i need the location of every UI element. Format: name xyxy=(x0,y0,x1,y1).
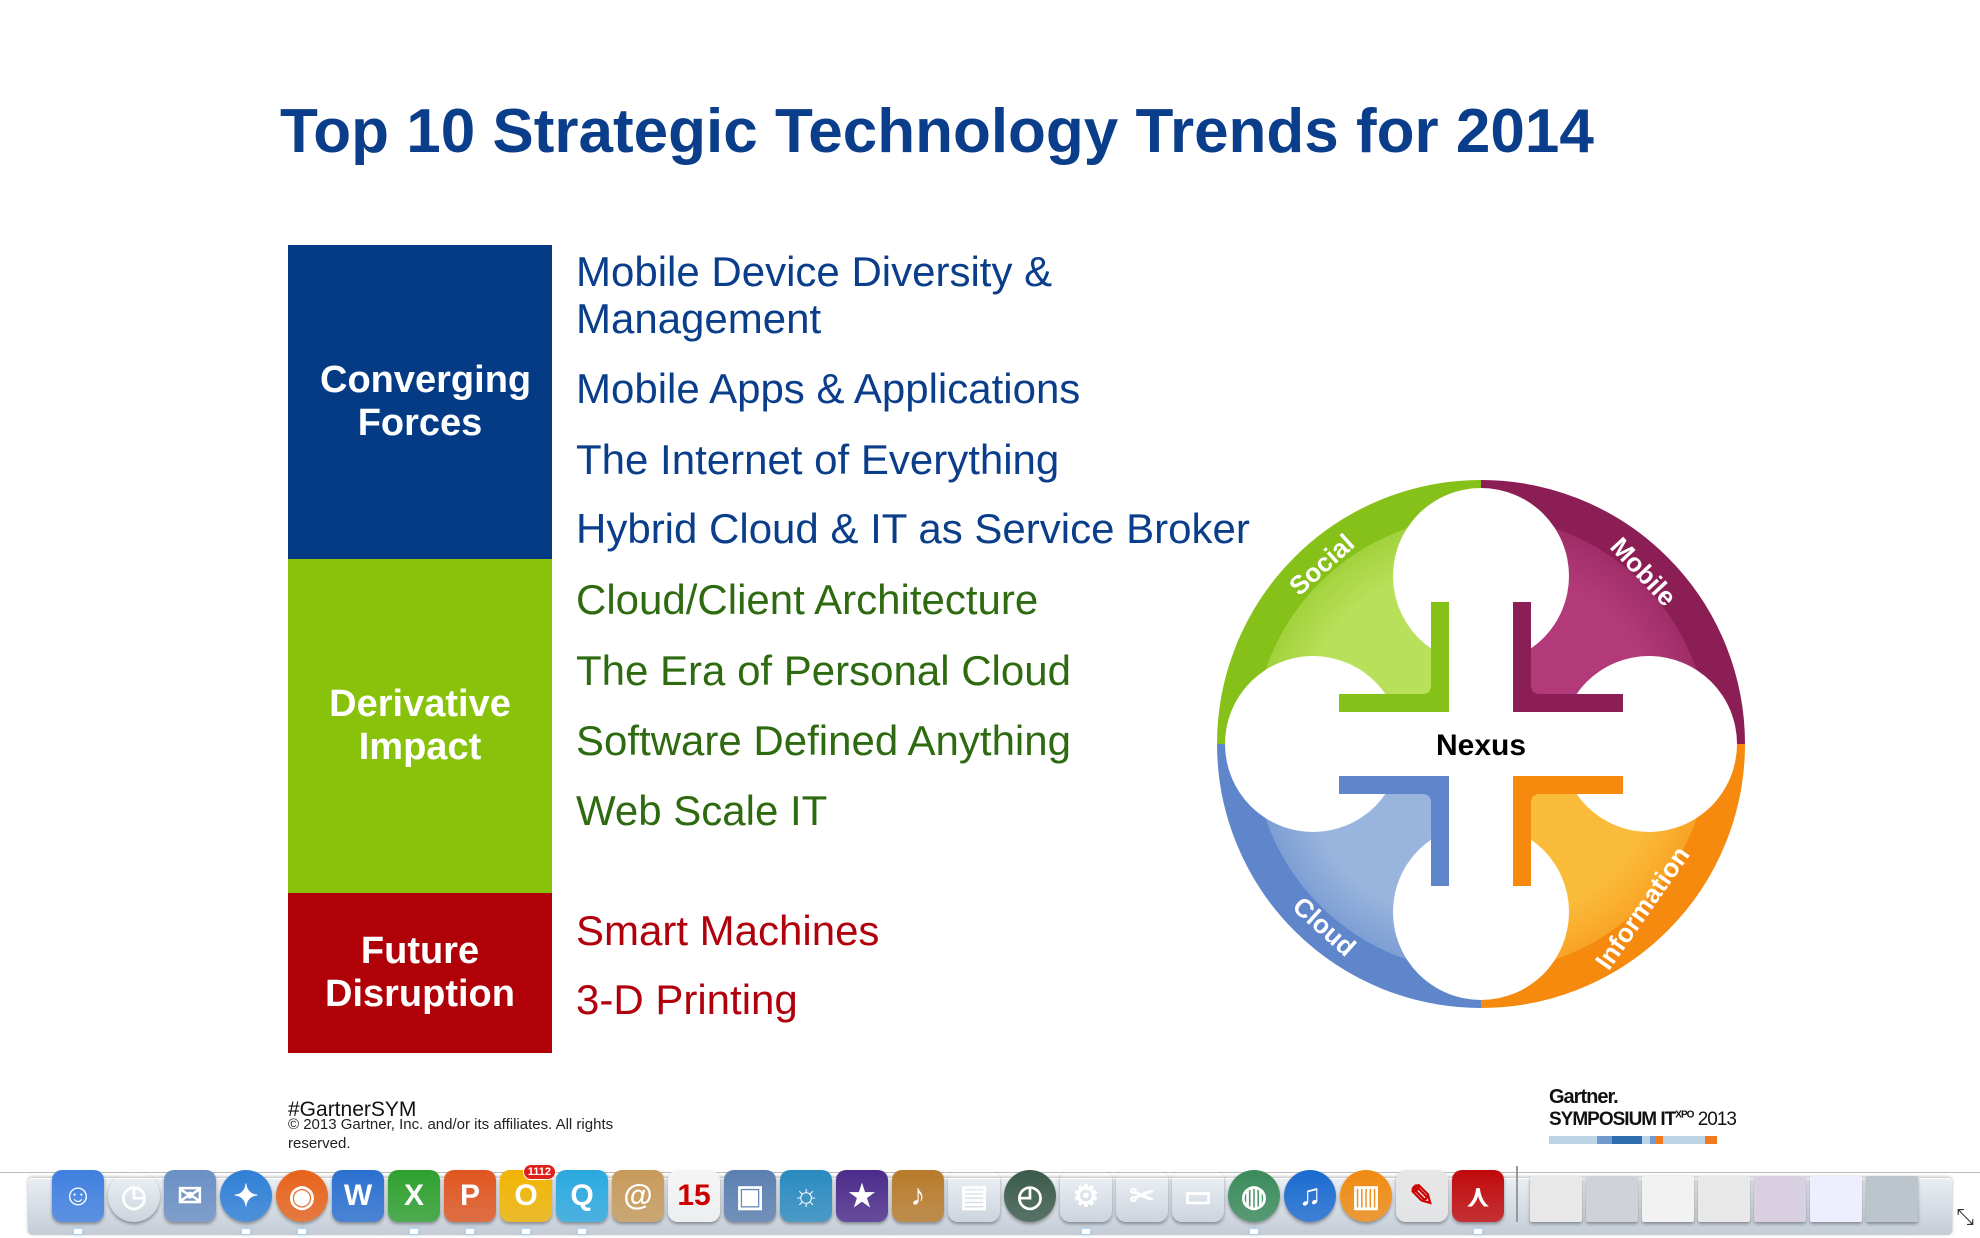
dock-powerpoint-window-icon[interactable] xyxy=(1586,1176,1638,1222)
logo-brand: Gartner. xyxy=(1549,1086,1619,1108)
dock-safari-window-icon[interactable] xyxy=(1642,1176,1694,1222)
gartner-symposium-logo: Gartner. SYMPOSIUM ITXPO 2013 xyxy=(1549,1086,1737,1144)
nexus-arrow-shaft xyxy=(1339,694,1449,712)
nexus-center-label: Nexus xyxy=(1436,729,1526,762)
running-indicator xyxy=(1082,1229,1090,1234)
dock-garageband-icon[interactable]: ♪ xyxy=(892,1170,944,1222)
running-indicator xyxy=(1474,1229,1482,1234)
dock-ibooks-icon[interactable]: ▥ xyxy=(1340,1170,1392,1222)
dock-address-book-icon[interactable]: @ xyxy=(612,1170,664,1222)
running-indicator xyxy=(1250,1229,1258,1234)
running-indicator xyxy=(298,1229,306,1234)
nexus-arrow-shaft xyxy=(1513,776,1623,794)
dock-outlook-icon[interactable]: O 1112 xyxy=(500,1164,556,1234)
logo-year: 2013 xyxy=(1697,1109,1737,1130)
dock: ☺ ◷ ✉ ✦ ◉ W X P O 1112 Q @15 ▣ ☼ ★ ♪ ▤ ◴ ⚙ ✂ ▭ ◍ ♫ ▥ ✎ ⋏ xyxy=(52,1164,1918,1234)
dock-outlook-window-icon[interactable] xyxy=(1530,1176,1582,1222)
dock-imovie-icon[interactable]: ★ xyxy=(836,1170,888,1222)
dock-calendar-icon[interactable]: 15 xyxy=(668,1170,720,1222)
dock-mail-icon[interactable]: ✉ xyxy=(164,1170,216,1222)
dock-photo-booth-icon[interactable]: ▤ xyxy=(948,1170,1000,1222)
running-indicator xyxy=(466,1229,474,1234)
dock-preview-icon[interactable]: ▣ xyxy=(724,1170,776,1222)
dock-firefox-icon[interactable]: ◉ xyxy=(276,1170,328,1234)
dock-dashboard-icon[interactable]: ◷ xyxy=(108,1170,160,1222)
dock-outlook-window-2-icon[interactable] xyxy=(1698,1176,1750,1222)
dock-word-icon[interactable]: W xyxy=(332,1170,384,1222)
dock-network-tool-icon[interactable]: ▭ xyxy=(1172,1170,1224,1222)
running-indicator xyxy=(522,1229,530,1234)
dock-vpn-client-icon[interactable]: ◍ xyxy=(1228,1170,1280,1234)
logo-stripe xyxy=(1549,1136,1717,1144)
running-indicator xyxy=(242,1229,250,1234)
copyright: © 2013 Gartner, Inc. and/or its affiliat… xyxy=(288,1116,614,1152)
dock-firefox-window-icon[interactable] xyxy=(1754,1176,1806,1222)
dock-app-store-doc-icon[interactable]: ✎ xyxy=(1396,1170,1448,1222)
logo-event: SYMPOSIUM IT xyxy=(1549,1109,1676,1130)
dock-utility-icon[interactable]: ✂ xyxy=(1116,1170,1168,1222)
dock-adobe-reader-icon[interactable]: ⋏ xyxy=(1452,1170,1504,1234)
running-indicator xyxy=(74,1229,82,1234)
dock-communicator-icon[interactable]: Q xyxy=(556,1170,608,1234)
dock-itunes-icon[interactable]: ♫ xyxy=(1284,1170,1336,1222)
dock-firefox-window-2-icon[interactable] xyxy=(1810,1176,1862,1222)
running-indicator xyxy=(578,1229,586,1234)
nexus-diagram: Social MobileInformationCloud Nexus xyxy=(1217,480,1745,1008)
resize-corner-icon[interactable]: ⤡ xyxy=(1956,1204,1974,1230)
dock-safari-icon[interactable]: ✦ xyxy=(220,1170,272,1234)
running-indicator xyxy=(410,1229,418,1234)
dock-powerpoint-icon[interactable]: P xyxy=(444,1170,496,1234)
nexus-arrow-shaft xyxy=(1339,776,1449,794)
dock-time-machine-icon[interactable]: ◴ xyxy=(1004,1170,1056,1222)
dock-trash-icon[interactable] xyxy=(1866,1176,1918,1222)
dock-finder-icon[interactable]: ☺ xyxy=(52,1170,104,1234)
dock-system-preferences-icon[interactable]: ⚙ xyxy=(1060,1170,1112,1234)
logo-xpo: XPO xyxy=(1675,1109,1694,1121)
nexus-arrow-shaft xyxy=(1513,694,1623,712)
dock-excel-icon[interactable]: X xyxy=(388,1170,440,1234)
dock-iphoto-icon[interactable]: ☼ xyxy=(780,1170,832,1222)
badge-count: 1112 xyxy=(522,1164,556,1180)
dock-separator xyxy=(1516,1166,1518,1222)
